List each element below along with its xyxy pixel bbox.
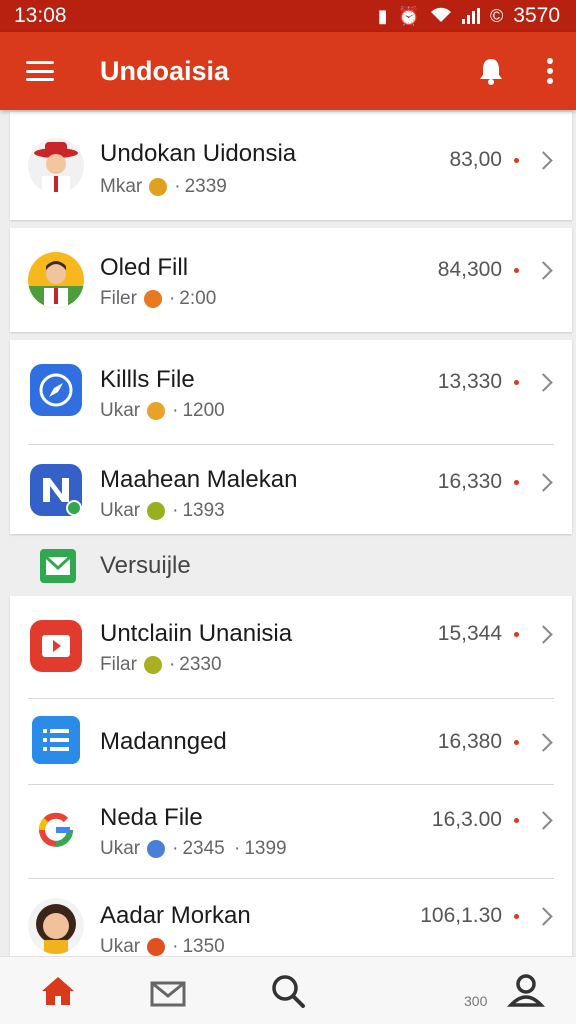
list-item-title: Killls File	[100, 366, 195, 393]
list-card: Killls File Ukar · 1200 13,330 Maahean Mal…	[10, 340, 572, 534]
data-saver-icon: ©	[490, 6, 504, 26]
list-card: Oled Fill Filer · 2:00 84,300	[10, 228, 572, 332]
status-dot	[514, 268, 519, 273]
menu-icon[interactable]	[26, 61, 54, 81]
list-item[interactable]: Madannged 16,380	[10, 698, 572, 784]
section-label: Versuijle	[100, 552, 191, 579]
status-dot	[514, 818, 519, 823]
chevron-right-icon[interactable]	[534, 261, 553, 280]
signal-icon	[462, 8, 481, 24]
section-header: Versuijle	[0, 540, 576, 592]
list-item-value: 16,330	[437, 470, 502, 493]
home-icon[interactable]	[38, 971, 78, 1011]
compass-app-icon	[30, 364, 82, 416]
app-bar: Undoaisia	[0, 32, 576, 110]
alarm-icon: ⏰	[397, 6, 421, 26]
notification-icon: ▮	[377, 6, 388, 26]
list-item-subtitle: Ukar · 1350	[100, 936, 225, 957]
list-item-value: 13,330	[437, 370, 502, 393]
list-app-icon	[32, 716, 80, 764]
app-title: Undoaisia	[100, 55, 230, 86]
list-item[interactable]: Killls File Ukar · 1200 13,330	[10, 340, 572, 444]
status-dot	[514, 480, 519, 485]
tag-icon	[149, 178, 168, 196]
chevron-right-icon[interactable]	[534, 733, 553, 752]
bell-icon[interactable]	[476, 56, 506, 86]
tag-icon	[143, 656, 162, 674]
tag-icon	[143, 290, 162, 308]
chevron-right-icon[interactable]	[534, 625, 553, 644]
list-item[interactable]: Undokan Uidonsia Mkar · 2339 83,00	[10, 112, 572, 220]
chevron-right-icon[interactable]	[534, 907, 553, 926]
overflow-menu-icon[interactable]	[546, 58, 554, 84]
bottom-navigation: 300	[0, 956, 576, 1024]
tag-icon	[147, 502, 166, 520]
list-item[interactable]: Untclaiin Unanisia Filar · 2330 15,344	[10, 596, 572, 698]
tag-icon	[147, 402, 166, 420]
list-item-title: Madannged	[100, 728, 227, 755]
woman-avatar-icon	[28, 898, 84, 954]
status-time: 13:08	[14, 4, 67, 27]
list-item[interactable]: Aadar Morkan Ukar · 1350 106,1.30	[10, 878, 572, 957]
mail-app-icon	[40, 549, 76, 583]
status-right-text: 3570	[513, 4, 560, 27]
list-item-title: Undokan Uidonsia	[100, 140, 297, 167]
list-item-title: Maahean Malekan	[100, 466, 298, 493]
chevron-right-icon[interactable]	[534, 811, 553, 830]
nav-label: 300	[464, 993, 488, 1009]
list-item-title: Untclaiin Unanisia	[100, 620, 293, 647]
tag-icon	[147, 840, 166, 858]
list-item-subtitle: Ukar · 1393	[100, 500, 225, 521]
list-item-title: Oled Fill	[100, 254, 189, 281]
person-hat-avatar-icon	[28, 138, 84, 194]
list-item-title: Aadar Morkan	[100, 902, 251, 929]
list-item-subtitle: Filar · 2330	[100, 654, 222, 675]
list-item-value: 83,00	[449, 148, 502, 171]
chevron-right-icon[interactable]	[534, 473, 553, 492]
video-app-icon	[30, 620, 82, 672]
n-app-icon	[30, 464, 82, 516]
profile-icon[interactable]	[506, 971, 546, 1011]
status-dot	[514, 632, 519, 637]
status-dot	[514, 914, 519, 919]
list-item-value: 84,300	[437, 258, 502, 281]
list-item-title: Neda File	[100, 804, 203, 831]
status-dot	[514, 380, 519, 385]
list-item[interactable]: Neda File Ukar · 2345 · 1399 16,3.00	[10, 784, 572, 876]
inbox-icon[interactable]	[148, 971, 188, 1011]
person-avatar-icon	[28, 252, 84, 308]
wifi-icon	[430, 7, 452, 26]
list-item[interactable]: Oled Fill Filer · 2:00 84,300	[10, 228, 572, 332]
chevron-right-icon[interactable]	[534, 151, 553, 170]
list-item[interactable]: Maahean Malekan Ukar · 1393 16,330	[10, 444, 572, 534]
list-item-subtitle: Ukar · 2345 · 1399	[100, 838, 287, 859]
list-item-value: 16,380	[437, 730, 502, 753]
search-icon[interactable]	[268, 971, 308, 1011]
status-icons: ▮ ⏰ © 3570	[378, 4, 560, 28]
list-item-value: 16,3.00	[431, 808, 502, 831]
list-item-subtitle: Mkar · 2339	[100, 176, 227, 197]
list-card: Untclaiin Unanisia Filar · 2330 15,344 Mad…	[10, 596, 572, 957]
tag-icon	[147, 938, 166, 956]
list-card: Undokan Uidonsia Mkar · 2339 83,00	[10, 112, 572, 220]
status-dot	[514, 740, 519, 745]
google-icon	[28, 802, 84, 858]
list-item-value: 15,344	[437, 622, 502, 645]
list-item-subtitle: Ukar · 1200	[100, 400, 225, 421]
list-item-value: 106,1.30	[420, 904, 502, 927]
status-bar: 13:08 ▮ ⏰ © 3570	[0, 0, 576, 32]
list-item-subtitle: Filer · 2:00	[100, 288, 217, 309]
chevron-right-icon[interactable]	[534, 373, 553, 392]
status-dot	[514, 158, 519, 163]
